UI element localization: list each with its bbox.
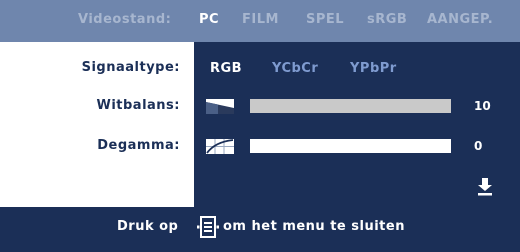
degamma-slider[interactable] (250, 139, 451, 153)
video-mode-option-spel[interactable]: SPEL (306, 12, 344, 27)
signal-option-ypbpr[interactable]: YPbPr (350, 61, 397, 76)
video-mode-option-aangep[interactable]: AANGEP. (427, 12, 493, 27)
white-balance-value: 10 (474, 99, 491, 113)
footer-text-after: om het menu te sluiten (223, 219, 405, 234)
degamma-label: Degamma: (97, 138, 180, 153)
osd-menu: Videostand: PC FILM SPEL sRGB AANGEP. Si… (0, 0, 520, 252)
whitebalance-icon (206, 99, 234, 114)
signal-option-rgb[interactable]: RGB (210, 61, 242, 76)
control-panel: RGB YCbCr YPbPr 10 0 (194, 42, 520, 207)
signal-type-label: Signaaltype: (81, 60, 180, 75)
white-balance-slider-fill (250, 99, 451, 113)
footer-hint: Druk op om het menu te sluiten (0, 207, 520, 252)
label-panel: Signaaltype: Witbalans: Degamma: (0, 42, 194, 207)
menu-button-icon[interactable] (197, 216, 219, 238)
degamma-value: 0 (474, 139, 483, 153)
signal-option-ycbcr[interactable]: YCbCr (272, 61, 318, 76)
video-mode-label: Videostand: (78, 12, 172, 27)
degamma-curve-icon (206, 139, 234, 154)
white-balance-label: Witbalans: (96, 98, 180, 113)
video-mode-bar: Videostand: PC FILM SPEL sRGB AANGEP. (0, 0, 520, 42)
white-balance-slider[interactable] (250, 99, 451, 113)
video-mode-option-pc[interactable]: PC (199, 12, 219, 27)
video-mode-option-film[interactable]: FILM (242, 12, 279, 27)
scroll-down-arrow-icon[interactable] (477, 178, 493, 196)
video-mode-option-srgb[interactable]: sRGB (367, 12, 407, 27)
footer-text-before: Druk op (117, 219, 179, 234)
